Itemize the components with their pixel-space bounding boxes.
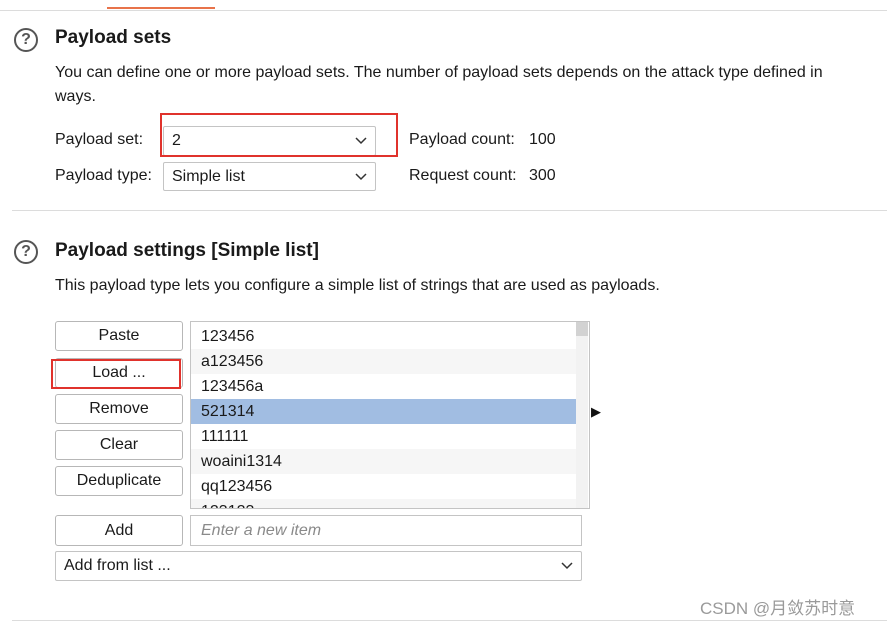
payload-set-select[interactable]: 2	[163, 126, 376, 156]
tab-divider	[0, 10, 887, 11]
payload-sets-title: Payload sets	[55, 27, 172, 48]
add-from-list-select[interactable]: Add from list ...	[55, 551, 582, 581]
load-button[interactable]: Load ...	[55, 358, 183, 388]
section-divider	[12, 210, 887, 211]
payload-list[interactable]: 123456 a123456 123456a 521314 111111 woa…	[190, 321, 590, 509]
payload-type-value: Simple list	[172, 167, 245, 185]
add-from-list-value: Add from list ...	[64, 557, 171, 574]
list-item[interactable]: 123123	[191, 499, 576, 508]
list-item[interactable]: a123456	[191, 349, 576, 374]
list-scrollbar-thumb[interactable]	[576, 322, 588, 336]
watermark-text: CSDN @月敛苏时意	[700, 599, 856, 618]
chevron-down-icon	[355, 137, 367, 145]
payload-type-select[interactable]: Simple list	[163, 162, 376, 191]
request-count-label: Request count:	[409, 167, 517, 184]
list-item[interactable]: 123456	[191, 324, 576, 349]
list-item[interactable]: 111111	[191, 424, 576, 449]
list-item[interactable]: qq123456	[191, 474, 576, 499]
payload-set-value: 2	[172, 132, 181, 149]
payload-settings-title: Payload settings [Simple list]	[55, 240, 319, 261]
remove-button[interactable]: Remove	[55, 394, 183, 424]
payload-count-label: Payload count:	[409, 131, 515, 148]
add-button[interactable]: Add	[55, 515, 183, 546]
help-icon[interactable]: ?	[14, 28, 38, 52]
deduplicate-button[interactable]: Deduplicate	[55, 466, 183, 496]
payload-set-label: Payload set:	[55, 131, 144, 148]
chevron-down-icon	[561, 562, 573, 570]
paste-button[interactable]: Paste	[55, 321, 183, 351]
new-item-input[interactable]	[190, 515, 582, 546]
payload-type-label: Payload type:	[55, 167, 152, 184]
list-item[interactable]: woaini1314	[191, 449, 576, 474]
payload-sets-description-line1: You can define one or more payload sets.…	[55, 64, 823, 81]
payload-count-value: 100	[529, 131, 556, 148]
request-count-value: 300	[529, 167, 556, 184]
clear-button[interactable]: Clear	[55, 430, 183, 460]
active-tab-indicator	[107, 7, 215, 9]
list-scrollbar[interactable]	[576, 322, 588, 508]
payload-sets-description-line2: ways.	[55, 88, 96, 105]
list-item-selected[interactable]: 521314	[191, 399, 576, 424]
list-item[interactable]: 123456a	[191, 374, 576, 399]
chevron-down-icon	[355, 172, 367, 180]
payload-settings-description: This payload type lets you configure a s…	[55, 277, 660, 294]
help-icon[interactable]: ?	[14, 240, 38, 264]
expand-arrow-icon[interactable]: ▶	[591, 404, 601, 420]
section-divider	[12, 620, 887, 621]
